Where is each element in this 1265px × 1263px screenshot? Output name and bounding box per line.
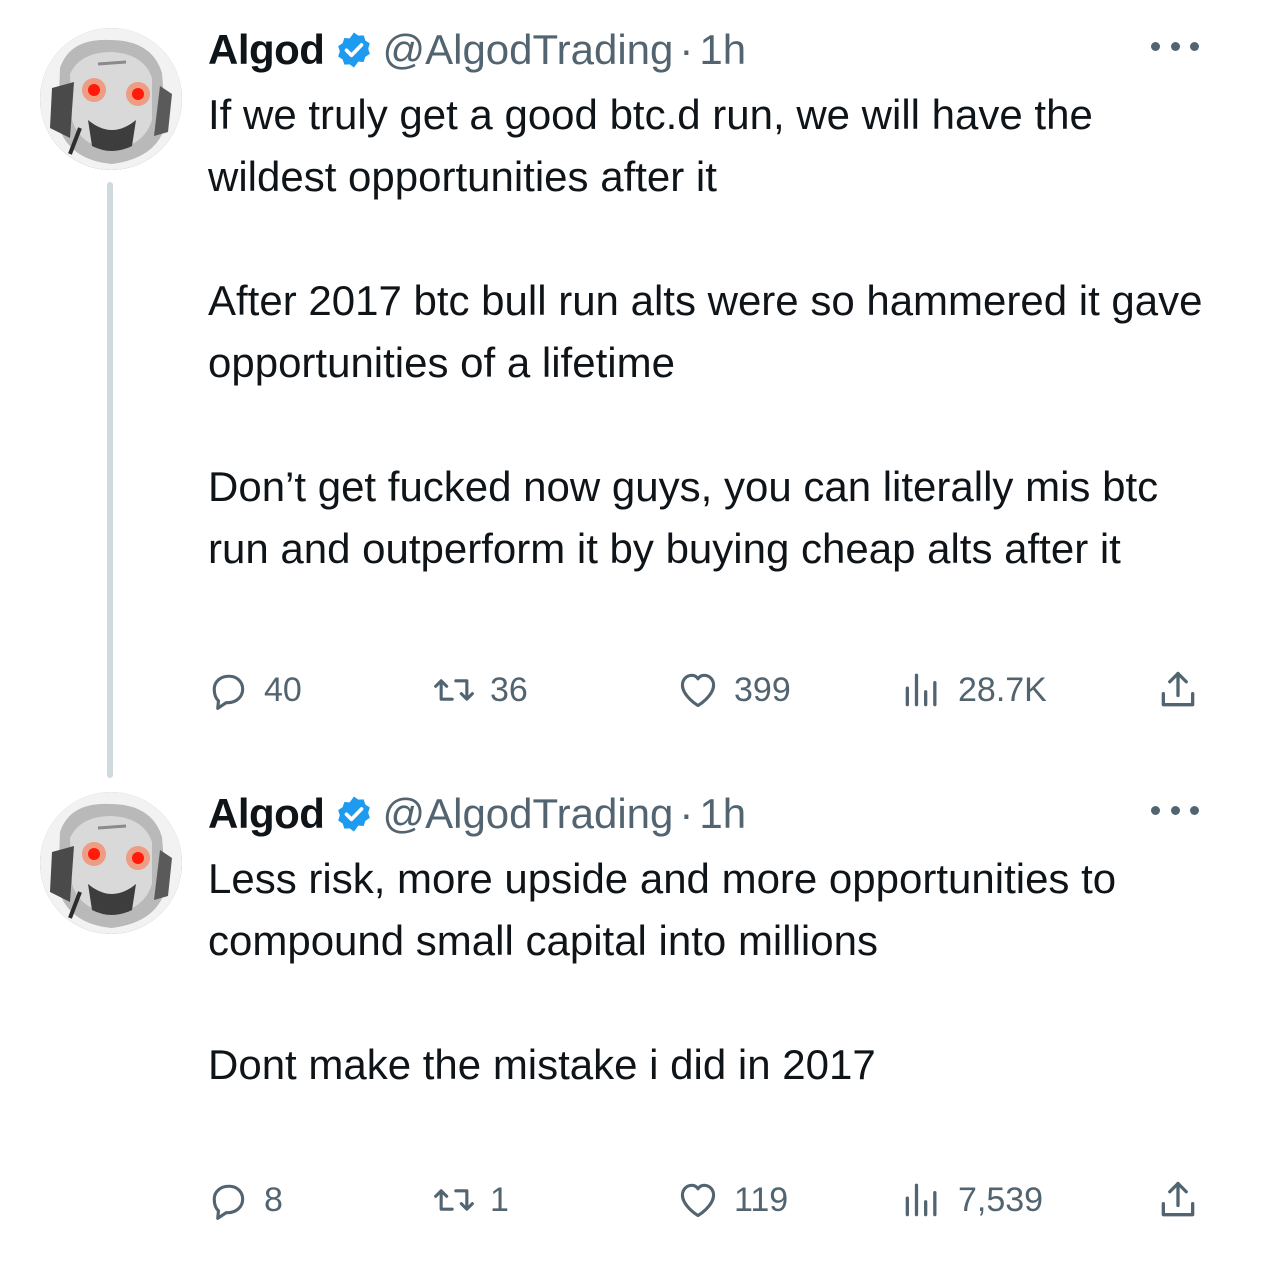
robot-avatar-icon — [40, 28, 182, 170]
views-chart-icon — [905, 1183, 937, 1217]
reply-button[interactable]: 8 — [206, 1174, 283, 1226]
share-button[interactable] — [1156, 664, 1200, 716]
tweet-header: Algod @AlgodTrading · 1h — [208, 22, 746, 78]
timestamp[interactable]: 1h — [699, 26, 746, 74]
retweet-icon — [434, 1189, 474, 1211]
views-count: 28.7K — [958, 670, 1047, 709]
verified-badge-icon — [338, 796, 371, 832]
views-count: 7,539 — [958, 1180, 1044, 1219]
tweet-text: If we truly get a good btc.d run, we wil… — [208, 84, 1218, 580]
retweet-button[interactable]: 36 — [432, 664, 528, 716]
tweet[interactable]: Algod @AlgodTrading · 1h Less risk, more… — [0, 764, 1265, 1263]
tweet-paragraph: Less risk, more upside and more opportun… — [208, 855, 1117, 964]
robot-avatar-icon — [40, 792, 182, 934]
reply-count: 40 — [264, 670, 302, 709]
more-options-icon[interactable] — [1151, 800, 1199, 820]
heart-icon — [680, 673, 716, 708]
separator-dot: · — [679, 26, 694, 73]
share-icon — [1161, 1181, 1195, 1217]
like-button[interactable]: 399 — [676, 664, 791, 716]
separator-dot: · — [679, 790, 694, 837]
retweet-button[interactable]: 1 — [432, 1174, 509, 1226]
tweet-actions: 40 36 399 28.7K — [206, 664, 1206, 716]
views-button[interactable]: 28.7K — [900, 664, 1047, 716]
tweet-paragraph: If we truly get a good btc.d run, we wil… — [208, 91, 1093, 200]
verified-badge-icon — [338, 32, 371, 68]
more-options-icon[interactable] — [1151, 36, 1199, 56]
timestamp[interactable]: 1h — [699, 790, 746, 838]
share-icon — [1161, 671, 1195, 707]
retweet-count: 1 — [490, 1180, 509, 1219]
like-button[interactable]: 119 — [676, 1174, 788, 1226]
avatar[interactable] — [40, 792, 182, 934]
tweet-paragraph: Don’t get fucked now guys, you can liter… — [208, 463, 1159, 572]
user-handle[interactable]: @AlgodTrading — [382, 26, 673, 74]
tweet-thread: Algod @AlgodTrading · 1h If we truly get… — [0, 0, 1265, 1263]
like-count: 399 — [734, 670, 791, 709]
like-count: 119 — [734, 1180, 789, 1219]
reply-count: 8 — [264, 1180, 283, 1219]
retweet-icon — [434, 679, 474, 701]
display-name[interactable]: Algod — [208, 26, 325, 74]
tweet-header: Algod @AlgodTrading · 1h — [208, 786, 746, 842]
share-button[interactable] — [1156, 1174, 1200, 1226]
reply-icon — [212, 1184, 245, 1220]
views-button[interactable]: 7,539 — [900, 1174, 1043, 1226]
tweet-paragraph: Dont make the mistake i did in 2017 — [208, 1041, 876, 1088]
display-name[interactable]: Algod — [208, 790, 325, 838]
tweet-paragraph: After 2017 btc bull run alts were so ham… — [208, 277, 1203, 386]
tweet-actions: 8 1 119 7,539 — [206, 1174, 1206, 1226]
tweet-text: Less risk, more upside and more opportun… — [208, 848, 1218, 1096]
retweet-count: 36 — [490, 670, 528, 709]
user-handle[interactable]: @AlgodTrading — [382, 790, 673, 838]
heart-icon — [680, 1183, 716, 1218]
avatar[interactable] — [40, 28, 182, 170]
tweet[interactable]: Algod @AlgodTrading · 1h If we truly get… — [0, 0, 1265, 760]
reply-button[interactable]: 40 — [206, 664, 302, 716]
views-chart-icon — [905, 673, 937, 707]
reply-icon — [212, 674, 245, 710]
